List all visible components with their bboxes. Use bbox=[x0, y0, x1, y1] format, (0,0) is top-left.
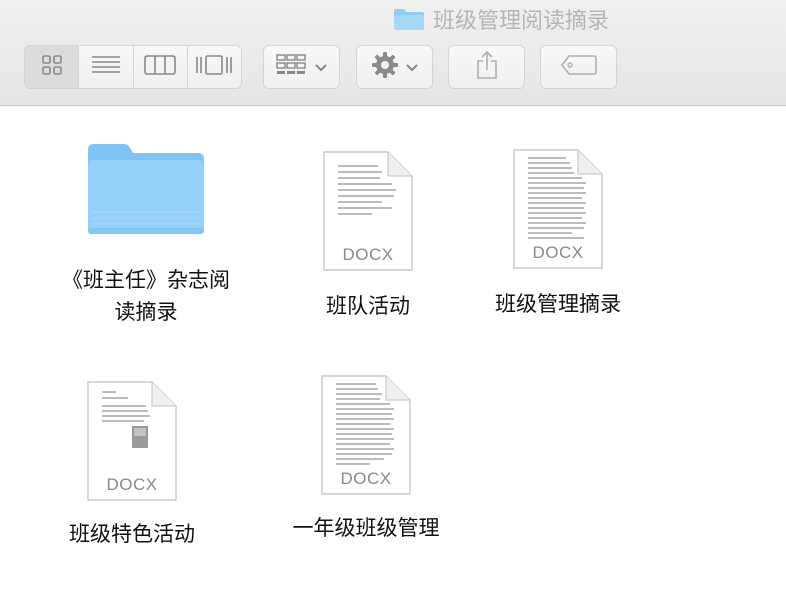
columns-icon bbox=[144, 54, 176, 80]
action-button[interactable] bbox=[356, 45, 433, 89]
docx-label: DOCX bbox=[532, 243, 584, 262]
docx-file-icon: DOCX bbox=[320, 374, 412, 500]
toolbar: 班级管理阅读摘录 bbox=[0, 0, 786, 106]
list-view-button[interactable] bbox=[78, 46, 132, 88]
arrange-button[interactable] bbox=[263, 45, 340, 89]
icon-view-button[interactable] bbox=[25, 46, 79, 88]
file-item-docx[interactable]: DOCX 一年级班级管理 bbox=[276, 374, 456, 544]
docx-file-icon: DOCX bbox=[322, 150, 414, 276]
coverflow-view-button[interactable] bbox=[186, 46, 241, 88]
list-icon bbox=[91, 54, 121, 80]
arrange-grid-icon bbox=[275, 53, 306, 81]
docx-file-icon: DOCX bbox=[512, 148, 604, 274]
file-name: 班队活动 bbox=[326, 294, 410, 318]
file-icon-grid: 《班主任》杂志阅 读摘录 DOCX 班队活动 DOCX 班级管理摘录 DOCX … bbox=[0, 106, 786, 592]
folder-icon bbox=[86, 140, 206, 240]
docx-label: DOCX bbox=[342, 245, 394, 264]
window-title: 班级管理阅读摘录 bbox=[393, 3, 609, 35]
file-name-line1: 《班主任》杂志阅 bbox=[62, 268, 230, 292]
window-title-text: 班级管理阅读摘录 bbox=[433, 9, 610, 34]
share-button[interactable] bbox=[448, 45, 525, 89]
docx-label: DOCX bbox=[106, 475, 158, 494]
chevron-down-icon bbox=[314, 58, 328, 77]
file-name: 《班主任》杂志阅 读摘录 bbox=[62, 264, 230, 328]
finder-window: 班级管理阅读摘录 《班主任》杂志阅 读摘录 DOCX 班队活动 DOCX 班级管… bbox=[0, 0, 786, 592]
column-view-button[interactable] bbox=[132, 46, 187, 88]
file-name: 班级管理摘录 bbox=[495, 292, 621, 316]
file-item-docx[interactable]: DOCX 班级特色活动 bbox=[52, 380, 212, 550]
file-item-folder[interactable]: 《班主任》杂志阅 读摘录 bbox=[48, 132, 244, 328]
file-item-docx[interactable]: DOCX 班队活动 bbox=[288, 150, 448, 322]
chevron-down-icon bbox=[405, 58, 419, 77]
file-name-line2: 读摘录 bbox=[114, 300, 178, 324]
grid-icon bbox=[41, 54, 63, 80]
file-item-docx[interactable]: DOCX 班级管理摘录 bbox=[478, 148, 638, 320]
gear-icon bbox=[371, 51, 399, 83]
docx-label: DOCX bbox=[340, 469, 392, 488]
tags-button[interactable] bbox=[540, 45, 617, 89]
file-name: 班级特色活动 bbox=[69, 522, 195, 546]
folder-icon bbox=[393, 7, 425, 31]
file-name: 一年级班级管理 bbox=[292, 516, 440, 540]
coverflow-icon bbox=[195, 54, 233, 80]
tag-icon bbox=[560, 54, 598, 80]
view-mode-segmented-control bbox=[24, 45, 242, 89]
share-icon bbox=[475, 50, 499, 84]
docx-file-icon: DOCX bbox=[86, 380, 178, 506]
